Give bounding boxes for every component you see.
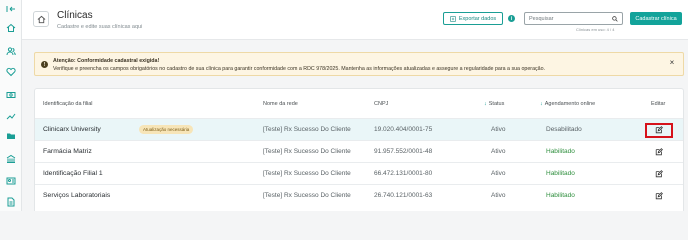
edit-icon[interactable] (654, 125, 664, 135)
schedule-value: Habilitado (546, 170, 575, 177)
col-header-network[interactable]: Nome da rede (263, 101, 298, 107)
id-card-icon[interactable] (4, 175, 18, 187)
col-header-status[interactable]: ↓ Status (484, 101, 504, 107)
col-header-edit: Editar (651, 101, 666, 107)
close-icon[interactable]: × (668, 59, 676, 67)
network-name: [Teste] Rx Sucesso Do Cliente (263, 170, 351, 177)
chart-icon[interactable] (4, 110, 18, 122)
network-name: [Teste] Rx Sucesso Do Cliente (263, 148, 351, 155)
search-input[interactable] (529, 14, 611, 24)
clinic-name: Farmácia Matriz (43, 148, 92, 155)
network-name: [Teste] Rx Sucesso Do Cliente (263, 192, 351, 199)
users-icon[interactable] (4, 45, 18, 57)
cnpj-value: 91.957.552/0001-48 (374, 148, 433, 155)
clinic-name: Clinicarx University (43, 126, 101, 133)
table-row[interactable]: Farmácia Matriz [Teste] Rx Sucesso Do Cl… (35, 140, 683, 162)
clinic-name: Serviços Laboratoriais (43, 192, 111, 199)
status-value: Ativo (491, 148, 506, 155)
col-header-schedule[interactable]: ↓ Agendamento online (540, 101, 595, 107)
warning-icon: ! (41, 61, 48, 68)
info-icon[interactable]: i (508, 15, 515, 22)
col-header-cnpj[interactable]: CNPJ (374, 101, 388, 107)
heart-icon[interactable] (4, 66, 18, 78)
export-data-label: Exportar dados (458, 15, 497, 22)
page-header: Clínicas Cadastre e edite suas clínicas … (22, 0, 688, 40)
money-icon[interactable] (4, 89, 18, 101)
col-header-schedule-label: Agendamento online (544, 101, 596, 107)
table-row[interactable]: Clinicarx University Atualização necessá… (35, 118, 683, 140)
folder-icon[interactable] (4, 130, 18, 142)
edit-icon[interactable] (654, 169, 664, 179)
edit-icon[interactable] (654, 191, 664, 201)
edit-icon[interactable] (654, 147, 664, 157)
cnpj-value: 19.020.404/0001-75 (374, 126, 433, 133)
sidebar (0, 0, 22, 211)
clinic-usage-count: Clínicas em uso: 4 / 4 (576, 27, 615, 32)
status-value: Ativo (491, 126, 506, 133)
search-icon[interactable] (612, 16, 618, 22)
page-subtitle: Cadastre e edite suas clínicas aqui (57, 24, 143, 30)
page-title: Clínicas (57, 10, 93, 21)
table-row[interactable]: Identificação Filial 1 [Teste] Rx Sucess… (35, 162, 683, 184)
search-box (524, 12, 623, 25)
clinic-name: Identificação Filial 1 (43, 170, 103, 177)
alert-text: Verifique e preencha os campos obrigatór… (53, 66, 546, 72)
home-icon[interactable] (4, 22, 18, 34)
add-clinic-button[interactable]: Cadastrar clínica (630, 12, 682, 25)
app-window: Clínicas Cadastre e edite suas clínicas … (0, 0, 688, 211)
building-icon[interactable] (4, 153, 18, 165)
sort-down-icon: ↓ (484, 101, 487, 107)
cnpj-value: 66.472.131/0001-80 (374, 170, 433, 177)
col-header-status-label: Status (488, 101, 505, 107)
cnpj-value: 26.740.121/0001-63 (374, 192, 433, 199)
schedule-value: Desabilitado (546, 126, 582, 133)
col-header-id[interactable]: Identificação da filial (43, 101, 93, 107)
status-value: Ativo (491, 170, 506, 177)
collapse-icon[interactable] (4, 3, 18, 15)
schedule-value: Habilitado (546, 192, 575, 199)
table-row[interactable]: Serviços Laboratoriais [Teste] Rx Sucess… (35, 184, 683, 211)
sort-down-icon: ↓ (540, 101, 543, 107)
network-name: [Teste] Rx Sucesso Do Cliente (263, 126, 351, 133)
export-icon (450, 15, 456, 22)
export-data-button[interactable]: Exportar dados (443, 12, 503, 25)
alert-title: Atenção: Conformidade cadastral exigida! (53, 58, 160, 64)
status-badge: Atualização necessária (139, 125, 194, 134)
document-icon[interactable] (4, 196, 18, 208)
schedule-value: Habilitado (546, 148, 575, 155)
compliance-alert: ! Atenção: Conformidade cadastral exigid… (34, 52, 684, 76)
clinic-icon (33, 11, 49, 27)
status-value: Ativo (491, 192, 506, 199)
